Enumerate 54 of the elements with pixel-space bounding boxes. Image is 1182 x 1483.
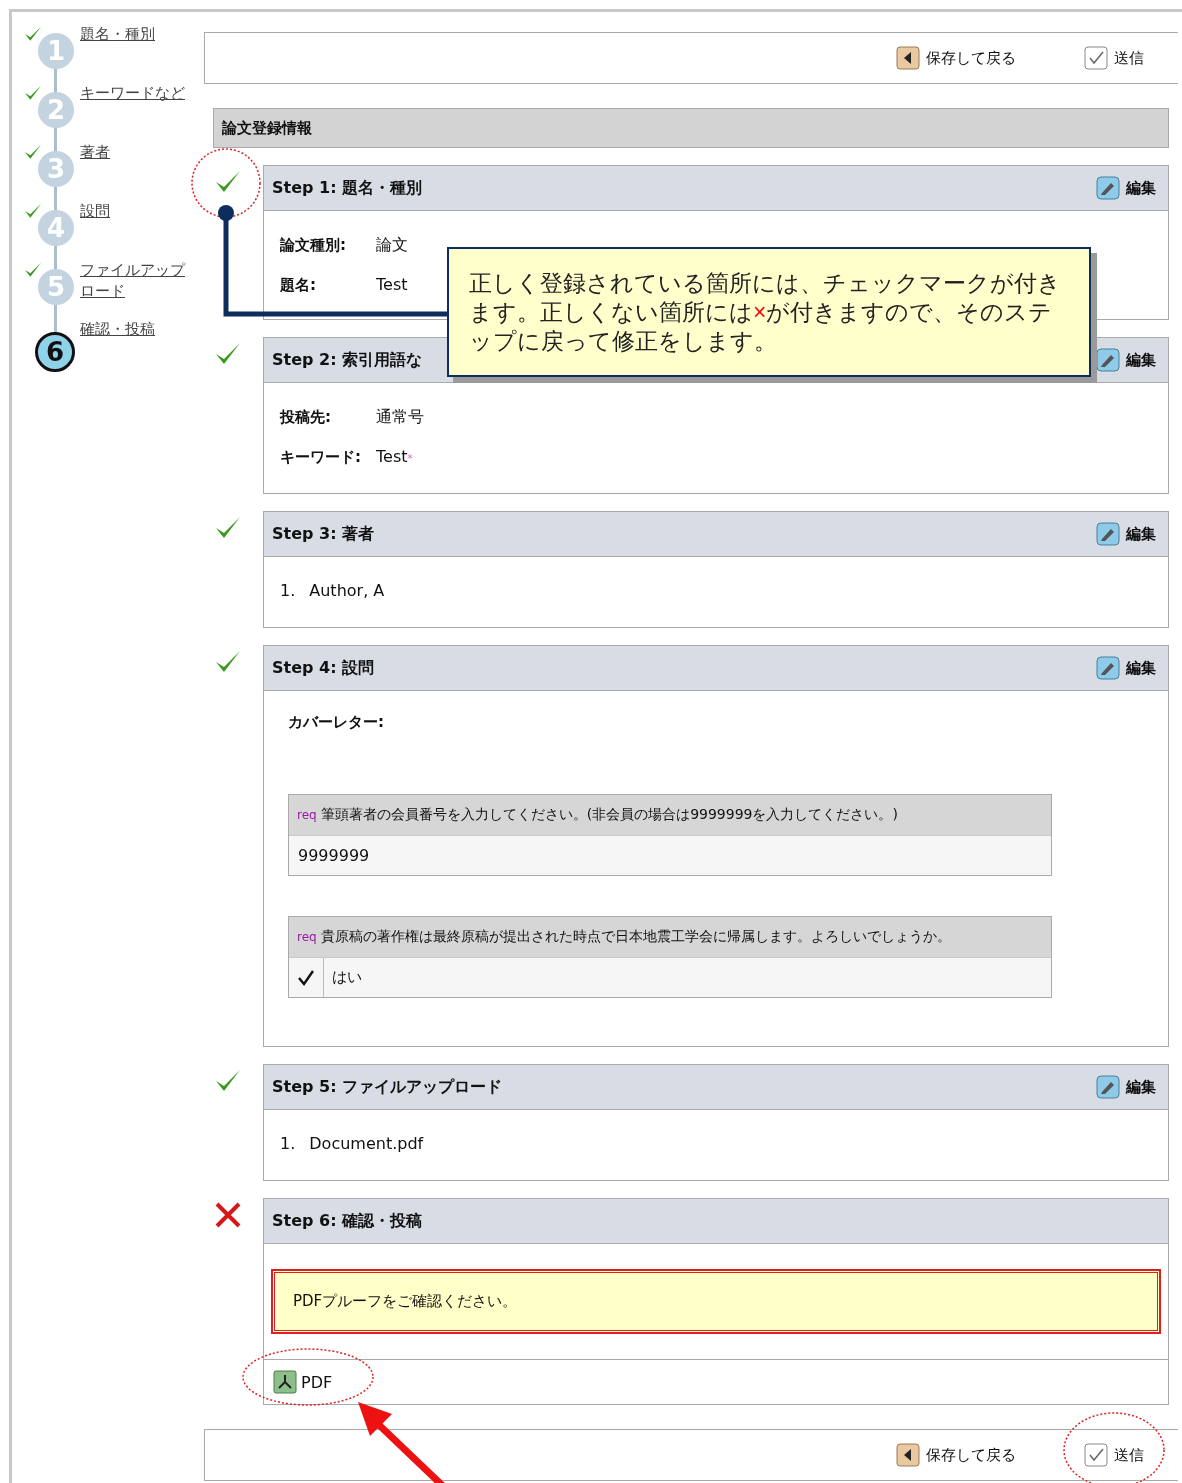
edit-button[interactable]: 編集: [1096, 656, 1156, 680]
answer-text: はい: [331, 968, 362, 987]
field-value: Test: [376, 274, 408, 296]
field-label: 投稿先:: [280, 407, 332, 428]
step-title: Step 2: 索引用語な: [272, 349, 423, 371]
step-title: Step 1: 題名・種別: [272, 177, 423, 199]
field-label: キーワード:: [280, 447, 362, 468]
field-label: 論文種別:: [280, 235, 347, 256]
required-tag: req: [297, 808, 317, 822]
step-link[interactable]: キーワードなど: [80, 83, 190, 142]
step-link[interactable]: 著者: [80, 142, 190, 201]
alert-message: PDFプルーフをご確認ください。: [272, 1270, 1160, 1333]
step-number: 6: [35, 332, 75, 372]
check-icon: [1084, 1443, 1108, 1467]
edit-button[interactable]: 編集: [1096, 1075, 1156, 1099]
section-title: 論文登録情報: [213, 108, 1169, 148]
field-value: 通常号: [376, 406, 424, 428]
step-title: Step 4: 設問: [272, 657, 375, 679]
required-tag: req: [297, 930, 317, 944]
field-label: カバーレター:: [288, 713, 385, 732]
step-number: 5: [38, 269, 74, 305]
step-number: 1: [38, 33, 74, 69]
field-value: 論文: [376, 234, 408, 256]
save-back-button[interactable]: 保存して戻る: [896, 46, 1016, 70]
step-link[interactable]: 設問: [80, 201, 190, 260]
list-text: Document.pdf: [309, 1133, 424, 1155]
step-title: Step 5: ファイルアップロード: [272, 1076, 503, 1098]
edit-button[interactable]: 編集: [1096, 348, 1156, 372]
submit-button[interactable]: 送信: [1084, 46, 1144, 70]
field-label: 題名:: [280, 275, 317, 296]
edit-button[interactable]: 編集: [1096, 522, 1156, 546]
back-icon: [896, 1443, 920, 1467]
step-link[interactable]: 題名・種別: [80, 24, 190, 83]
pdf-link[interactable]: PDF: [273, 1370, 333, 1394]
edit-button[interactable]: 編集: [1096, 176, 1156, 200]
list-text: Author, A: [309, 580, 385, 602]
step-link[interactable]: ファイルアップロード: [80, 260, 190, 319]
list-number: 1.: [280, 1133, 296, 1155]
highlight-circle: [191, 148, 261, 218]
step-title: Step 6: 確認・投稿: [272, 1210, 423, 1232]
save-back-button[interactable]: 保存して戻る: [896, 1443, 1016, 1467]
question-text: 筆頭著者の会員番号を入力してください。(非会員の場合は9999999を入力してください。): [320, 806, 898, 824]
answer-text: 9999999: [298, 846, 370, 865]
back-icon: [896, 46, 920, 70]
step-number: 2: [38, 92, 74, 128]
list-number: 1.: [280, 580, 296, 602]
step-title: Step 3: 著者: [272, 523, 375, 545]
submit-button[interactable]: 送信: [1084, 1443, 1144, 1467]
question-text: 貴原稿の著作権は最終原稿が提出された時点で日本地震工学会に帰属します。よろしいでしょうか。: [320, 928, 951, 946]
check-icon: [1084, 46, 1108, 70]
field-value: Test*: [376, 446, 414, 468]
step-link[interactable]: 確認・投稿: [80, 319, 190, 378]
step-number: 3: [38, 151, 74, 187]
step-number: 4: [38, 210, 74, 246]
